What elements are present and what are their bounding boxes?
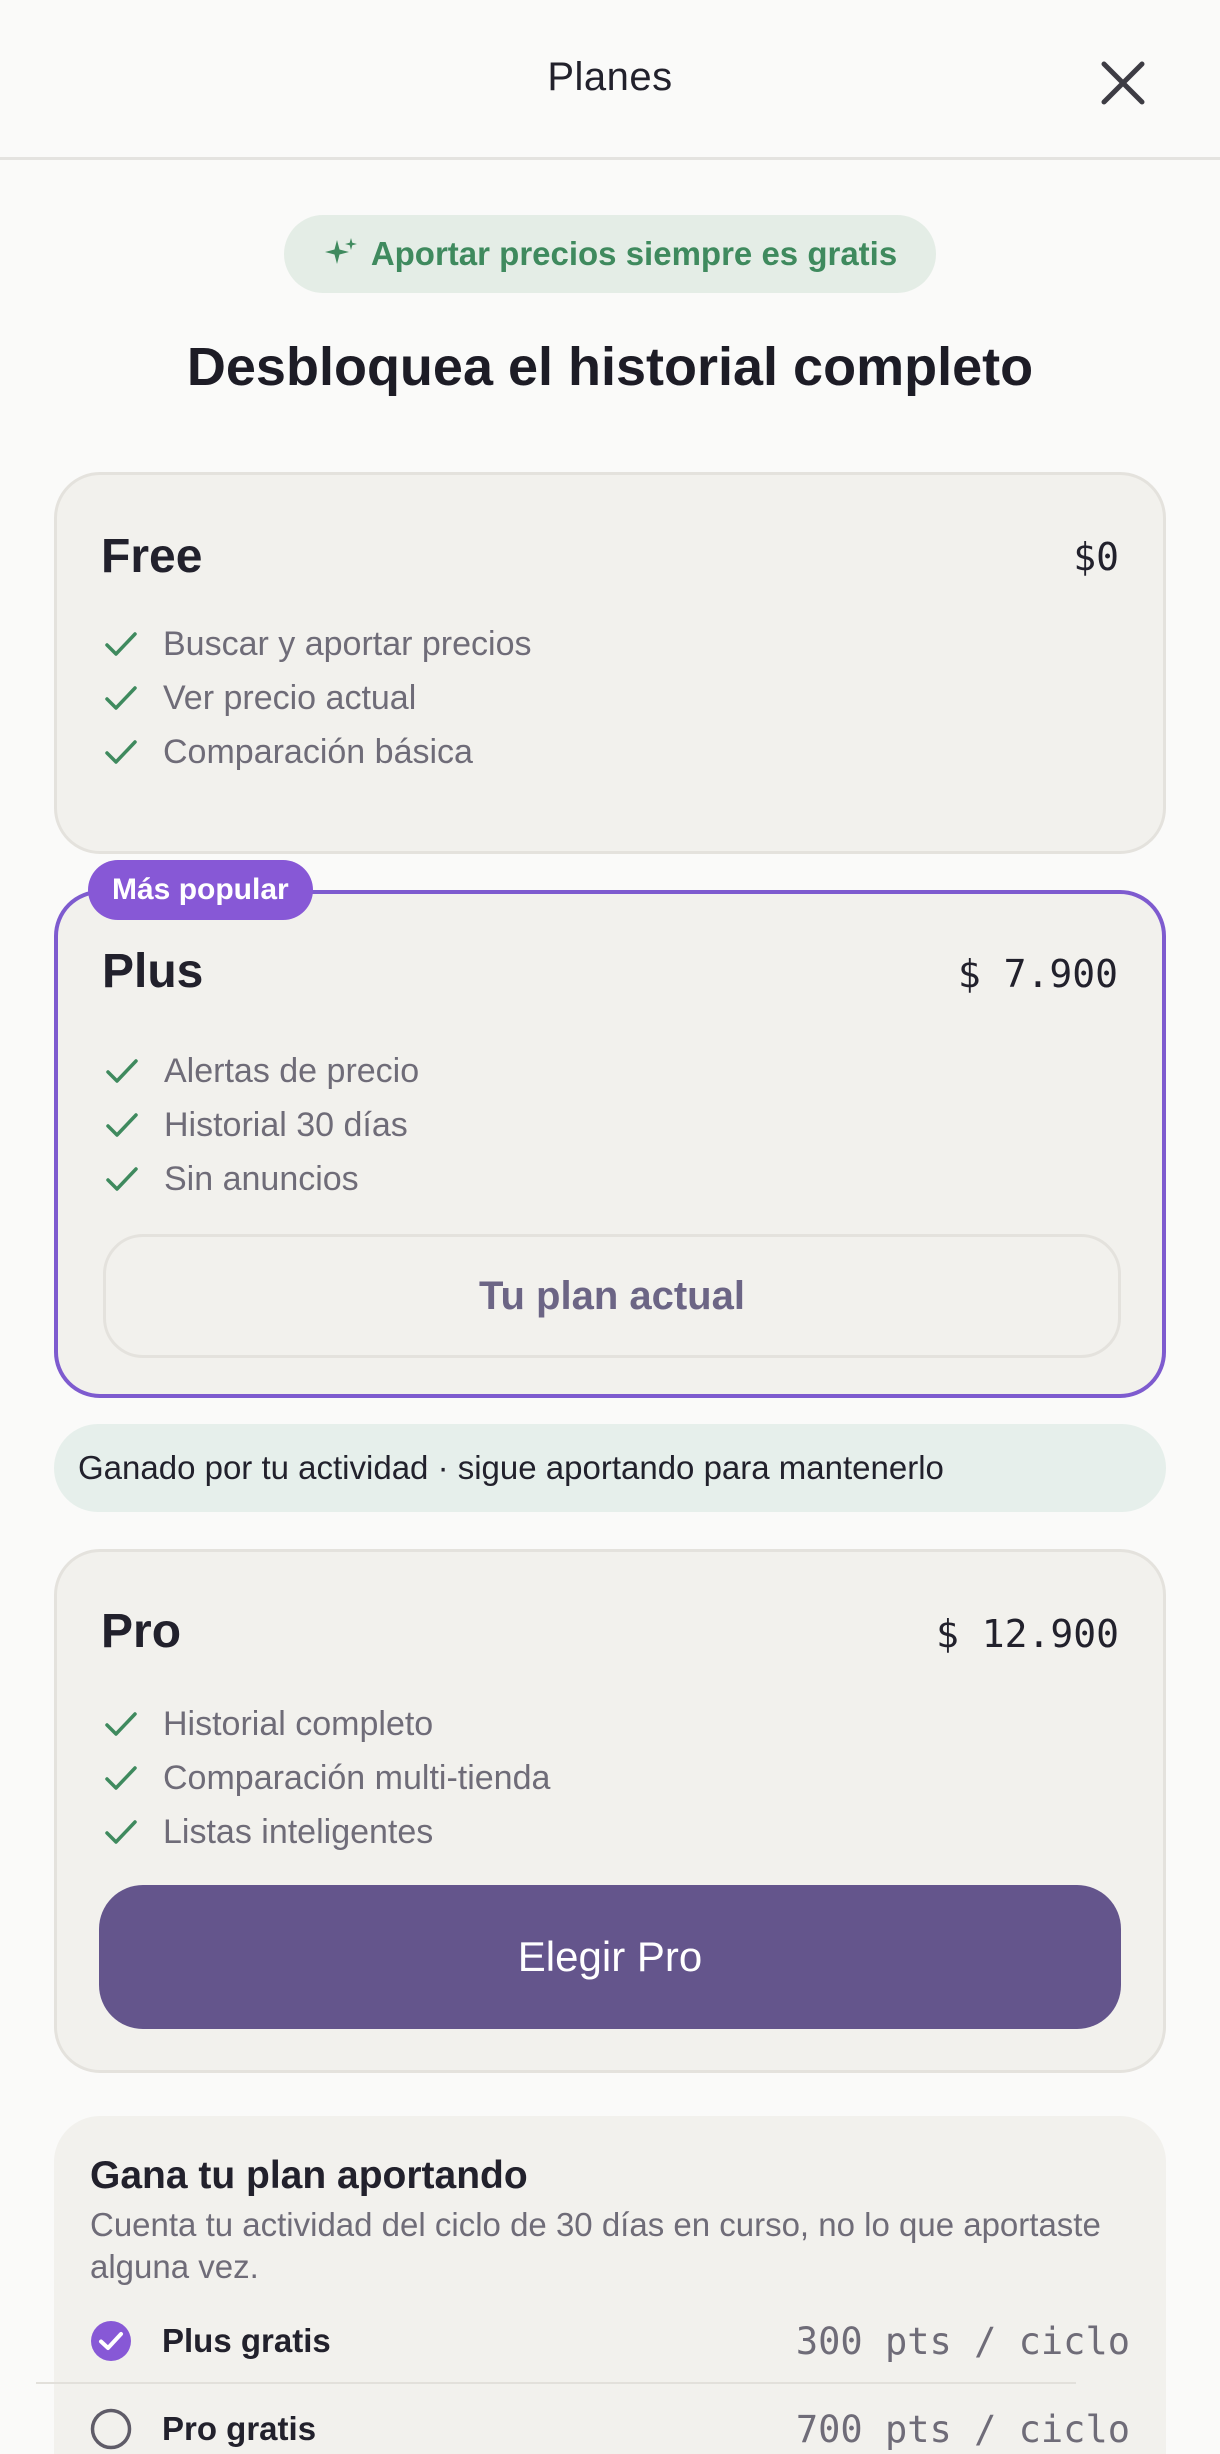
check-icon: [105, 686, 137, 710]
feature-label: Ver precio actual: [163, 678, 417, 717]
plan-card-plus: Plus $ 7.900 Alertas de precio Historial…: [54, 890, 1166, 1398]
badge-text: Aportar precios siempre es gratis: [370, 235, 898, 272]
feature-item: Listas inteligentes: [103, 1805, 550, 1859]
feature-label: Buscar y aportar precios: [163, 624, 532, 663]
plan-card-free: Free $0 Buscar y aportar precios Ver pre…: [54, 472, 1166, 854]
tier-name: Plus gratis: [162, 2322, 331, 2359]
check-icon: [105, 740, 137, 764]
check-icon: [105, 632, 137, 656]
tier-row-pro: Pro gratis 700 pts / ciclo: [90, 2386, 1130, 2454]
free-contribution-badge: Aportar precios siempre es gratis: [284, 215, 936, 293]
feature-item: Buscar y aportar precios: [103, 617, 532, 671]
check-icon: [105, 1820, 137, 1844]
plan-name: Pro: [101, 1605, 182, 1658]
plan-card-pro: Pro $ 12.900 Historial completo Comparac…: [54, 1549, 1166, 2073]
feature-list: Alertas de precio Historial 30 días Sin …: [104, 1044, 419, 1206]
check-icon: [106, 1113, 138, 1137]
check-icon: [105, 1712, 137, 1736]
feature-item: Historial completo: [103, 1697, 550, 1751]
feature-item: Sin anuncios: [104, 1152, 419, 1206]
close-icon: [1101, 61, 1145, 105]
feature-item: Comparación básica: [103, 725, 532, 779]
tier-points: 300 pts / ciclo: [795, 2319, 1130, 2363]
feature-label: Comparación básica: [163, 732, 473, 771]
empty-circle-icon: [90, 2408, 132, 2450]
feature-label: Sin anuncios: [164, 1159, 359, 1198]
feature-item: Alertas de precio: [104, 1044, 419, 1098]
feature-label: Alertas de precio: [164, 1051, 420, 1090]
check-icon: [106, 1059, 138, 1083]
plan-name: Plus: [102, 945, 204, 998]
choose-pro-button[interactable]: Elegir Pro: [99, 1885, 1121, 2029]
feature-label: Listas inteligentes: [163, 1812, 434, 1851]
earn-plan-section: Gana tu plan aportando Cuenta tu activid…: [54, 2116, 1166, 2454]
plan-price: $ 12.900: [935, 1612, 1119, 1656]
feature-label: Historial completo: [163, 1704, 434, 1743]
check-icon: [105, 1766, 137, 1790]
divider: [36, 2382, 1076, 2384]
popular-badge: Más popular: [88, 860, 313, 920]
headline: Desbloquea el historial completo: [186, 337, 1034, 397]
feature-list: Buscar y aportar precios Ver precio actu…: [103, 617, 532, 779]
plan-price: $0: [1073, 535, 1119, 579]
close-button[interactable]: [1098, 58, 1148, 108]
earned-plan-note: Ganado por tu actividad · sigue aportand…: [54, 1424, 1166, 1512]
header: Planes: [0, 0, 1220, 160]
check-circle-icon: [91, 2321, 131, 2361]
feature-list: Historial completo Comparación multi-tie…: [103, 1697, 550, 1859]
sparkle-icon: [324, 238, 357, 264]
feature-item: Historial 30 días: [104, 1098, 419, 1152]
feature-item: Comparación multi-tienda: [103, 1751, 550, 1805]
current-plan-button[interactable]: Tu plan actual: [103, 1234, 1121, 1358]
feature-label: Historial 30 días: [164, 1105, 408, 1144]
earn-title: Gana tu plan aportando: [90, 2154, 528, 2197]
tier-name: Pro gratis: [162, 2410, 317, 2447]
tier-row-plus: Plus gratis 300 pts / ciclo: [90, 2298, 1130, 2384]
feature-label: Comparación multi-tienda: [163, 1758, 551, 1797]
earn-description: Cuenta tu actividad del ciclo de 30 días…: [90, 2206, 1101, 2285]
check-icon: [106, 1167, 138, 1191]
tier-points: 700 pts / ciclo: [795, 2407, 1130, 2451]
page-title: Planes: [547, 55, 673, 99]
plan-price: $ 7.900: [957, 952, 1118, 996]
feature-item: Ver precio actual: [103, 671, 532, 725]
plan-name: Free: [101, 530, 203, 583]
